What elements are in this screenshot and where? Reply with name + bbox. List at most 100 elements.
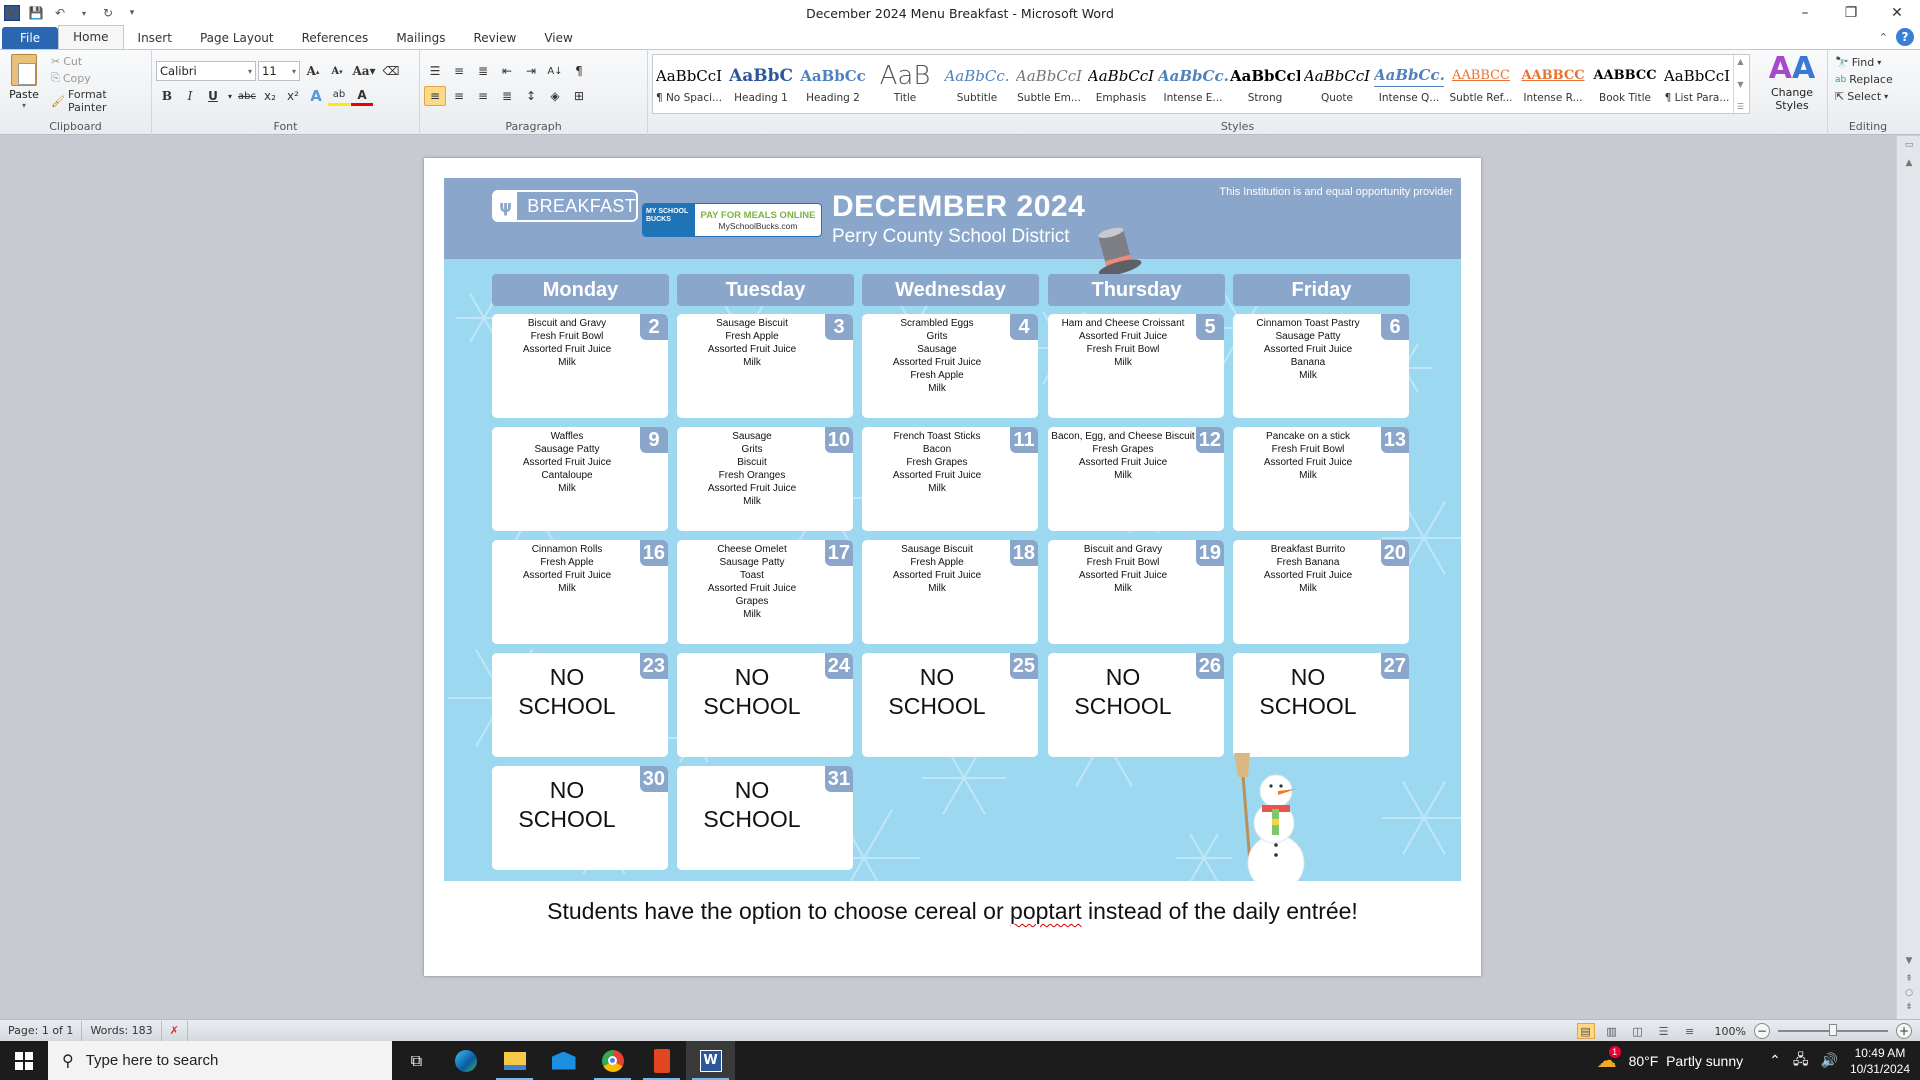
misspelled-word[interactable]: poptart — [1010, 898, 1082, 924]
tab-references[interactable]: References — [288, 27, 383, 49]
style-strong[interactable]: AaBbCcI Strong — [1229, 55, 1301, 113]
ruler-toggle-icon[interactable]: ▭ — [1897, 140, 1920, 150]
increase-indent-icon[interactable]: ⇥ — [520, 61, 542, 81]
previous-page-icon[interactable]: ⇞ — [1897, 974, 1920, 984]
word-app-icon[interactable]: W — [4, 5, 20, 21]
style-heading-2[interactable]: AaBbCc Heading 2 — [797, 55, 869, 113]
weather-icon[interactable]: ☁ 1 — [1597, 1046, 1621, 1073]
format-painter-button[interactable]: 🖌 Format Painter — [48, 87, 151, 115]
style-emphasis[interactable]: AaBbCcI Emphasis — [1085, 55, 1157, 113]
minimize-ribbon-icon[interactable]: ⌃ — [1879, 31, 1888, 44]
show-formatting-marks-icon[interactable]: ¶ — [568, 61, 590, 81]
replace-button[interactable]: ab Replace — [1832, 72, 1904, 87]
show-hidden-icons[interactable]: ⌃ — [1769, 1052, 1781, 1069]
tab-view[interactable]: View — [530, 27, 586, 49]
justify-icon[interactable]: ≣ — [496, 86, 518, 106]
gallery-down-icon[interactable]: ▼ — [1737, 80, 1743, 89]
bold-button[interactable]: B — [156, 86, 178, 106]
style-intense-q[interactable]: AaBbCc. Intense Q... — [1373, 55, 1445, 113]
line-spacing-icon[interactable]: ↕ — [520, 86, 542, 106]
outline-icon[interactable]: ☰ — [1655, 1023, 1673, 1039]
copy-button[interactable]: ⎘ Copy — [48, 70, 151, 86]
sort-icon[interactable]: A↓ — [544, 61, 566, 81]
task-view-icon[interactable]: ⧉ — [392, 1041, 441, 1080]
numbering-icon[interactable]: ≡ — [448, 61, 470, 81]
italic-button[interactable]: I — [179, 86, 201, 106]
align-right-icon[interactable]: ≡ — [472, 86, 494, 106]
superscript-button[interactable]: x² — [282, 86, 304, 106]
grow-font-icon[interactable]: A ▴ — [302, 61, 324, 81]
zoom-out-button[interactable]: − — [1754, 1023, 1770, 1039]
style-subtitle[interactable]: AaBbCc. Subtitle — [941, 55, 1013, 113]
zoom-in-button[interactable]: + — [1896, 1023, 1912, 1039]
tab-insert[interactable]: Insert — [124, 27, 186, 49]
clock[interactable]: 10:49 AM 10/31/2024 — [1850, 1045, 1910, 1077]
align-left-icon[interactable]: ≡ — [424, 86, 446, 106]
align-center-icon[interactable]: ≡ — [448, 86, 470, 106]
scroll-down-icon[interactable]: ▼ — [1897, 956, 1920, 966]
weather-text[interactable]: 80°F Partly sunny — [1629, 1053, 1744, 1069]
style-intense-r[interactable]: AABBCC Intense R... — [1517, 55, 1589, 113]
clear-formatting-icon[interactable]: ⌫ — [380, 61, 402, 81]
multilevel-list-icon[interactable]: ≣ — [472, 61, 494, 81]
style-book-title[interactable]: AABBCC Book Title — [1589, 55, 1661, 113]
taskbar-search-box[interactable]: ⚲ Type here to search — [48, 1041, 392, 1080]
paste-button[interactable]: Paste ▾ — [6, 54, 42, 110]
full-screen-reading-icon[interactable]: ▥ — [1603, 1023, 1621, 1039]
font-color-icon[interactable]: A — [351, 86, 373, 106]
highlight-color-icon[interactable]: ab — [328, 86, 350, 106]
style-quote[interactable]: AaBbCcI Quote — [1301, 55, 1373, 113]
underline-button[interactable]: U — [202, 86, 224, 106]
minimize-button[interactable]: – — [1782, 0, 1828, 26]
style-subtle-em[interactable]: AaBbCcI Subtle Em... — [1013, 55, 1085, 113]
bullets-icon[interactable]: ☰ — [424, 61, 446, 81]
help-icon[interactable]: ? — [1896, 28, 1914, 46]
style-subtle-ref[interactable]: AABBCC Subtle Ref... — [1445, 55, 1517, 113]
text-effects-icon[interactable]: A — [305, 86, 327, 106]
gallery-more-icon[interactable]: ☰ — [1737, 102, 1744, 111]
draft-icon[interactable]: ≡ — [1681, 1023, 1699, 1039]
chrome-icon[interactable] — [588, 1041, 637, 1080]
customize-qat-icon[interactable]: ▾ — [124, 5, 140, 21]
zoom-slider-thumb[interactable] — [1829, 1024, 1837, 1036]
underline-dropdown-icon[interactable]: ▾ — [225, 86, 235, 106]
tab-review[interactable]: Review — [460, 27, 531, 49]
select-button[interactable]: ⇱ Select ▾ — [1832, 89, 1904, 104]
redo-icon[interactable]: ↻ — [100, 5, 116, 21]
font-size-combo[interactable]: 11 ▾ — [258, 61, 300, 81]
close-button[interactable]: ✕ — [1874, 0, 1920, 26]
file-explorer-icon[interactable] — [490, 1041, 539, 1080]
borders-icon[interactable]: ⊞ — [568, 86, 590, 106]
zoom-slider[interactable] — [1778, 1024, 1888, 1036]
shading-icon[interactable]: ◈ — [544, 86, 566, 106]
undo-icon[interactable]: ↶ — [52, 5, 68, 21]
network-icon[interactable]: 🖧 — [1793, 1049, 1809, 1073]
font-name-combo[interactable]: Calibri ▾ — [156, 61, 256, 81]
tab-file[interactable]: File — [2, 27, 59, 49]
mail-icon[interactable] — [539, 1041, 588, 1080]
style-no-spaci[interactable]: AaBbCcI ¶ No Spaci... — [653, 55, 725, 113]
office-icon[interactable] — [637, 1041, 686, 1080]
next-page-icon[interactable]: ⇟ — [1897, 1002, 1920, 1012]
proofing-errors-icon[interactable]: ✗ — [162, 1020, 188, 1041]
gallery-up-icon[interactable]: ▲ — [1737, 57, 1743, 66]
restore-button[interactable]: ❐ — [1828, 0, 1874, 26]
change-styles-button[interactable]: AA Change Styles — [1764, 52, 1820, 113]
tab-mailings[interactable]: Mailings — [382, 27, 459, 49]
word-count[interactable]: Words: 183 — [82, 1020, 162, 1041]
scroll-up-icon[interactable]: ▲ — [1897, 158, 1920, 168]
start-button[interactable] — [0, 1041, 48, 1080]
web-layout-icon[interactable]: ◫ — [1629, 1023, 1647, 1039]
style-intense-e[interactable]: AaBbCc. Intense E... — [1157, 55, 1229, 113]
vertical-scrollbar[interactable]: ▭ ▲ ▼ ⇞ ○ ⇟ — [1896, 136, 1920, 1019]
undo-dropdown-icon[interactable]: ▾ — [76, 5, 92, 21]
styles-gallery-scroll[interactable]: ▲ ▼ ☰ — [1733, 55, 1747, 113]
print-layout-icon[interactable]: ▤ — [1576, 1023, 1595, 1039]
volume-icon[interactable]: 🔊 — [1821, 1052, 1838, 1069]
shrink-font-icon[interactable]: A ▾ — [326, 61, 348, 81]
strikethrough-button[interactable]: abc — [236, 86, 258, 106]
style-title[interactable]: AaB Title — [869, 55, 941, 113]
tab-page-layout[interactable]: Page Layout — [186, 27, 288, 49]
cut-button[interactable]: ✂ Cut — [48, 54, 151, 69]
subscript-button[interactable]: x₂ — [259, 86, 281, 106]
